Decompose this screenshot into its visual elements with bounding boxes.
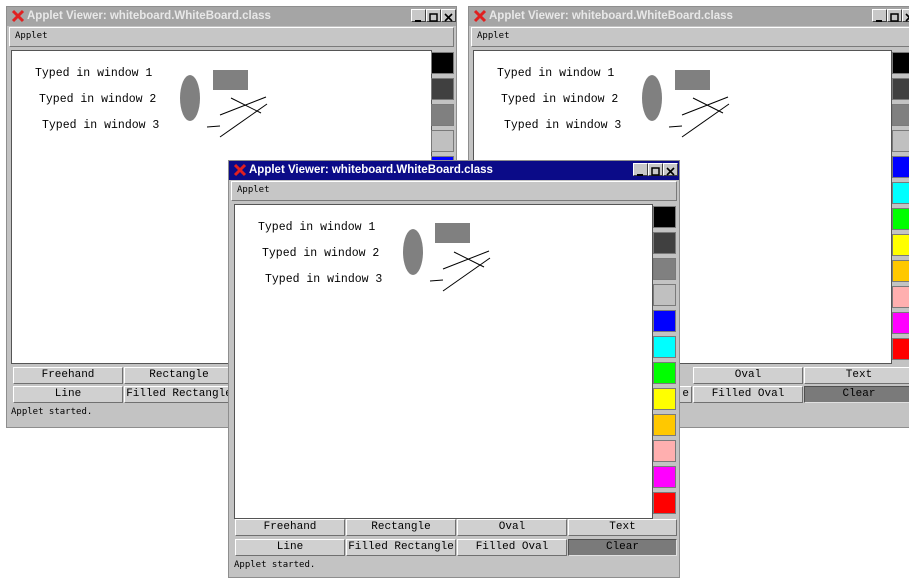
color-swatch-dark-gray[interactable] (431, 78, 454, 100)
color-swatch-light-gray[interactable] (892, 130, 909, 152)
rectangle-button[interactable]: Rectangle (346, 519, 456, 536)
menu-bar: Applet (9, 27, 454, 47)
text-button[interactable]: Text (804, 367, 909, 384)
filled-rectangle-shape (435, 223, 470, 243)
color-swatch-cyan[interactable] (653, 336, 676, 358)
color-swatch-blue[interactable] (892, 156, 909, 178)
color-swatch-orange[interactable] (892, 260, 909, 282)
oval-button[interactable]: Oval (457, 519, 567, 536)
line-shape (429, 279, 444, 282)
menu-bar: Applet (471, 27, 909, 47)
minimize-button[interactable] (411, 9, 426, 22)
color-swatch-dark-gray[interactable] (653, 232, 676, 254)
menu-bar: Applet (231, 181, 677, 201)
color-swatch-pink[interactable] (653, 440, 676, 462)
color-swatch-red[interactable] (653, 492, 676, 514)
rectangle-button[interactable]: Rectangle (124, 367, 234, 384)
window-title: Applet Viewer: whiteboard.WhiteBoard.cla… (249, 164, 493, 176)
color-swatch-blue[interactable] (653, 310, 676, 332)
color-swatch-gray[interactable] (431, 104, 454, 126)
maximize-button[interactable] (887, 9, 902, 22)
window-title: Applet Viewer: whiteboard.WhiteBoard.cla… (489, 10, 733, 22)
color-swatch-black[interactable] (892, 52, 909, 74)
filled-rectangle-button[interactable]: Filled Rectangle (124, 386, 234, 403)
menu-applet[interactable]: Applet (15, 31, 48, 41)
color-swatch-dark-gray[interactable] (892, 78, 909, 100)
oval-button[interactable]: Oval (693, 367, 803, 384)
color-swatch-red[interactable] (892, 338, 909, 360)
filled-rectangle-shape (675, 70, 710, 90)
color-swatch-orange[interactable] (653, 414, 676, 436)
color-swatch-yellow[interactable] (653, 388, 676, 410)
color-swatch-magenta[interactable] (892, 312, 909, 334)
line-shape (681, 103, 730, 138)
color-swatch-cyan[interactable] (892, 182, 909, 204)
filled-oval-button[interactable]: Filled Oval (457, 539, 567, 556)
text-button[interactable]: Text (568, 519, 677, 536)
line-shape (219, 103, 268, 138)
filled-oval-shape (180, 75, 200, 121)
color-swatch-gray[interactable] (653, 258, 676, 280)
window-title: Applet Viewer: whiteboard.WhiteBoard.cla… (27, 10, 271, 22)
x-logo-icon (473, 9, 487, 23)
minimize-button[interactable] (633, 163, 648, 176)
close-button[interactable] (441, 9, 456, 22)
close-button[interactable] (663, 163, 678, 176)
close-icon (444, 13, 453, 22)
color-swatch-magenta[interactable] (653, 466, 676, 488)
x-logo-icon (233, 163, 247, 177)
maximize-button[interactable] (648, 163, 663, 176)
whiteboard-canvas[interactable]: Typed in window 1 Typed in window 2 Type… (234, 204, 653, 519)
close-icon (905, 13, 909, 22)
menu-applet[interactable]: Applet (237, 185, 270, 195)
color-swatch-black[interactable] (653, 206, 676, 228)
drawn-shapes (403, 223, 491, 292)
filled-oval-button[interactable]: Filled Oval (693, 386, 803, 403)
color-swatch-yellow[interactable] (892, 234, 909, 256)
color-swatch-green[interactable] (892, 208, 909, 230)
maximize-icon (429, 13, 438, 22)
color-swatch-pink[interactable] (892, 286, 909, 308)
clear-button[interactable]: Clear (568, 539, 677, 556)
line-shape (206, 125, 221, 128)
status-text: Applet started. (11, 407, 93, 417)
filled-oval-shape (403, 229, 423, 275)
close-button[interactable] (902, 9, 909, 22)
title-bar[interactable]: Applet Viewer: whiteboard.WhiteBoard.cla… (7, 7, 456, 26)
title-bar[interactable]: Applet Viewer: whiteboard.WhiteBoard.cla… (229, 161, 679, 180)
close-icon (666, 167, 675, 176)
maximize-icon (651, 167, 660, 176)
maximize-button[interactable] (426, 9, 441, 22)
clear-button[interactable]: Clear (804, 386, 909, 403)
color-swatch-black[interactable] (431, 52, 454, 74)
line-button[interactable]: Line (235, 539, 345, 556)
line-shape (668, 125, 683, 128)
x-logo-icon (11, 9, 25, 23)
applet-window-front: Applet Viewer: whiteboard.WhiteBoard.cla… (228, 160, 680, 578)
minimize-button[interactable] (872, 9, 887, 22)
filled-rectangle-button[interactable]: Filled Rectangle (346, 539, 456, 556)
freehand-button[interactable]: Freehand (235, 519, 345, 536)
minimize-icon (876, 20, 882, 22)
line-button[interactable]: Line (13, 386, 123, 403)
color-swatch-light-gray[interactable] (431, 130, 454, 152)
status-text: Applet started. (234, 560, 316, 570)
color-swatch-green[interactable] (653, 362, 676, 384)
minimize-icon (415, 20, 421, 22)
color-swatch-gray[interactable] (892, 104, 909, 126)
filled-rectangle-shape (213, 70, 248, 90)
title-bar[interactable]: Applet Viewer: whiteboard.WhiteBoard.cla… (469, 7, 909, 26)
minimize-icon (637, 174, 643, 176)
filled-oval-shape (642, 75, 662, 121)
color-swatch-light-gray[interactable] (653, 284, 676, 306)
maximize-icon (890, 13, 899, 22)
line-shape (442, 257, 491, 292)
freehand-button[interactable]: Freehand (13, 367, 123, 384)
menu-applet[interactable]: Applet (477, 31, 510, 41)
